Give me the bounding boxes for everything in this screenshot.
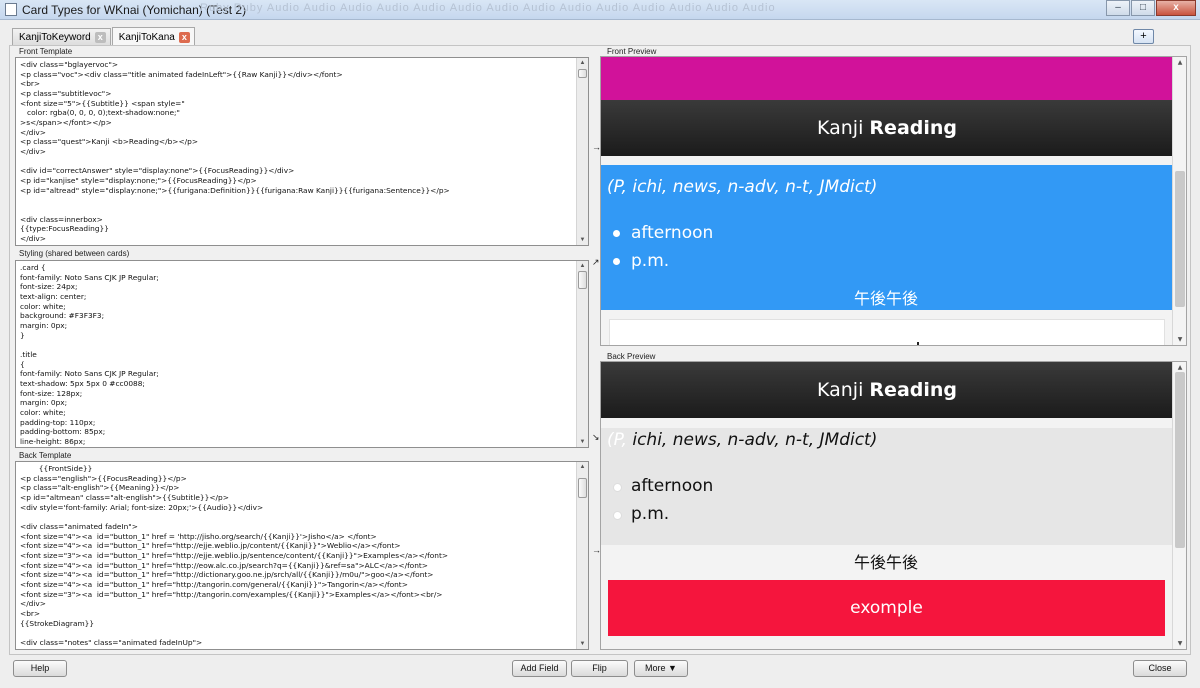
scroll-down-icon[interactable]: ▼ [1173,336,1186,343]
background-window-strip: Ruby Ruby Audio Audio Audio Audio Audio … [200,2,776,14]
back-preview[interactable]: Kanji Reading (P, ichi, news, n-adv, n-t… [600,361,1187,650]
tab-close-icon[interactable]: x [94,32,106,43]
meaning-list: afternoon p.m. [611,219,713,275]
front-template-label: Front Template [19,47,73,56]
question-heading: Kanji Reading [601,100,1173,156]
heading-plain: Kanji [817,117,870,139]
app-icon [5,3,17,16]
furigana-reading: 午後午後 [852,285,921,309]
magenta-title-bar [601,57,1173,100]
flip-button[interactable]: Flip [571,660,628,677]
furigana-reading: 午後午後 [854,553,919,572]
list-item: p.m. [611,247,713,275]
styling-label: Styling (shared between cards) [19,249,130,258]
styling-down-arrow-icon: ↘ [592,432,600,442]
definition-text: ichi, news, n-adv, n-t, JMdict) [626,430,878,450]
example-button[interactable]: exomple [608,580,1165,636]
back-template-code[interactable]: {{FrontSide}} <p class="english">{{Focus… [16,462,588,647]
tab-label: KanjiToKeyword [19,32,91,43]
front-template-editor[interactable]: <div class="bglayervoc"> <p class="voc">… [15,57,589,246]
styling-code[interactable]: .card { font-family: Noto Sans CJK JP Re… [16,261,588,446]
styling-editor[interactable]: .card { font-family: Noto Sans CJK JP Re… [15,260,589,448]
scroll-up-icon[interactable]: ▲ [1173,364,1186,371]
scroll-thumb[interactable] [1175,171,1185,307]
definition-ghost: (P, [607,430,627,450]
scroll-up-icon[interactable]: ▲ [1173,59,1186,66]
definition-tags: (P, ichi, news, n-adv, n-t, JMdict) [607,177,878,197]
tab-label: KanjiToKana [118,31,175,43]
list-item: afternoon [611,472,713,500]
answer-input-box[interactable] [609,319,1165,345]
tab-kanji-to-kana[interactable]: KanjiToKana x [111,27,195,46]
front-template-code[interactable]: <div class="bglayervoc"> <p class="voc">… [16,58,588,243]
scroll-down-icon[interactable]: ▼ [577,437,588,447]
list-item: afternoon [611,219,713,247]
scroll-thumb[interactable] [1175,372,1185,548]
front-preview[interactable]: Kanji Reading (P, ichi, news, n-adv, n-t… [600,56,1187,346]
close-window-button[interactable]: x [1156,0,1196,16]
back-preview-label: Back Preview [607,352,656,361]
definition-tags: (P, ichi, news, n-adv, n-t, JMdict) [607,430,877,450]
back-template-scrollbar[interactable]: ▲ ▼ [576,462,588,649]
tab-close-icon[interactable]: x [178,31,190,43]
close-button[interactable]: Close [1133,660,1187,677]
scroll-thumb[interactable] [578,271,587,289]
minimize-button[interactable]: – [1106,0,1130,16]
heading-bold: Reading [869,117,957,139]
front-preview-scrollbar[interactable]: ▲ ▼ [1172,57,1186,345]
back-template-label: Back Template [19,451,72,460]
scroll-up-icon[interactable]: ▲ [577,462,588,472]
add-field-button[interactable]: Add Field [512,660,567,677]
tab-kanji-to-keyword[interactable]: KanjiToKeyword x [12,28,111,46]
scroll-down-icon[interactable]: ▼ [577,639,588,649]
scroll-up-icon[interactable]: ▲ [577,261,588,271]
help-button[interactable]: Help [13,660,67,677]
question-heading: Kanji Reading [601,362,1173,418]
front-preview-label: Front Preview [607,47,657,56]
scroll-thumb[interactable] [578,478,587,498]
styling-scrollbar[interactable]: ▲ ▼ [576,261,588,447]
scroll-down-icon[interactable]: ▼ [577,235,588,245]
scroll-thumb[interactable] [578,69,587,78]
scroll-down-icon[interactable]: ▼ [1173,640,1186,647]
heading-plain: Kanji [817,379,870,401]
text-cursor [917,342,919,345]
list-item: p.m. [611,500,713,528]
meaning-list: afternoon p.m. [611,472,713,528]
title-bar: Card Types for WKnai (Yomichan) (Test 2)… [0,0,1200,20]
back-template-editor[interactable]: {{FrontSide}} <p class="english">{{Focus… [15,461,589,650]
more-button[interactable]: More ▼ [634,660,688,677]
card-type-tabs: KanjiToKeyword x KanjiToKana x [12,27,196,46]
definition-block: (P, ichi, news, n-adv, n-t, JMdict) afte… [601,428,1173,545]
front-template-scrollbar[interactable]: ▲ ▼ [576,58,588,245]
heading-bold: Reading [869,379,957,401]
styling-up-arrow-icon: ↗ [592,257,600,267]
back-preview-scrollbar[interactable]: ▲ ▼ [1172,362,1186,649]
maximize-button[interactable]: □ [1131,0,1155,16]
add-card-type-button[interactable]: + [1133,29,1154,44]
scroll-up-icon[interactable]: ▲ [577,58,588,68]
